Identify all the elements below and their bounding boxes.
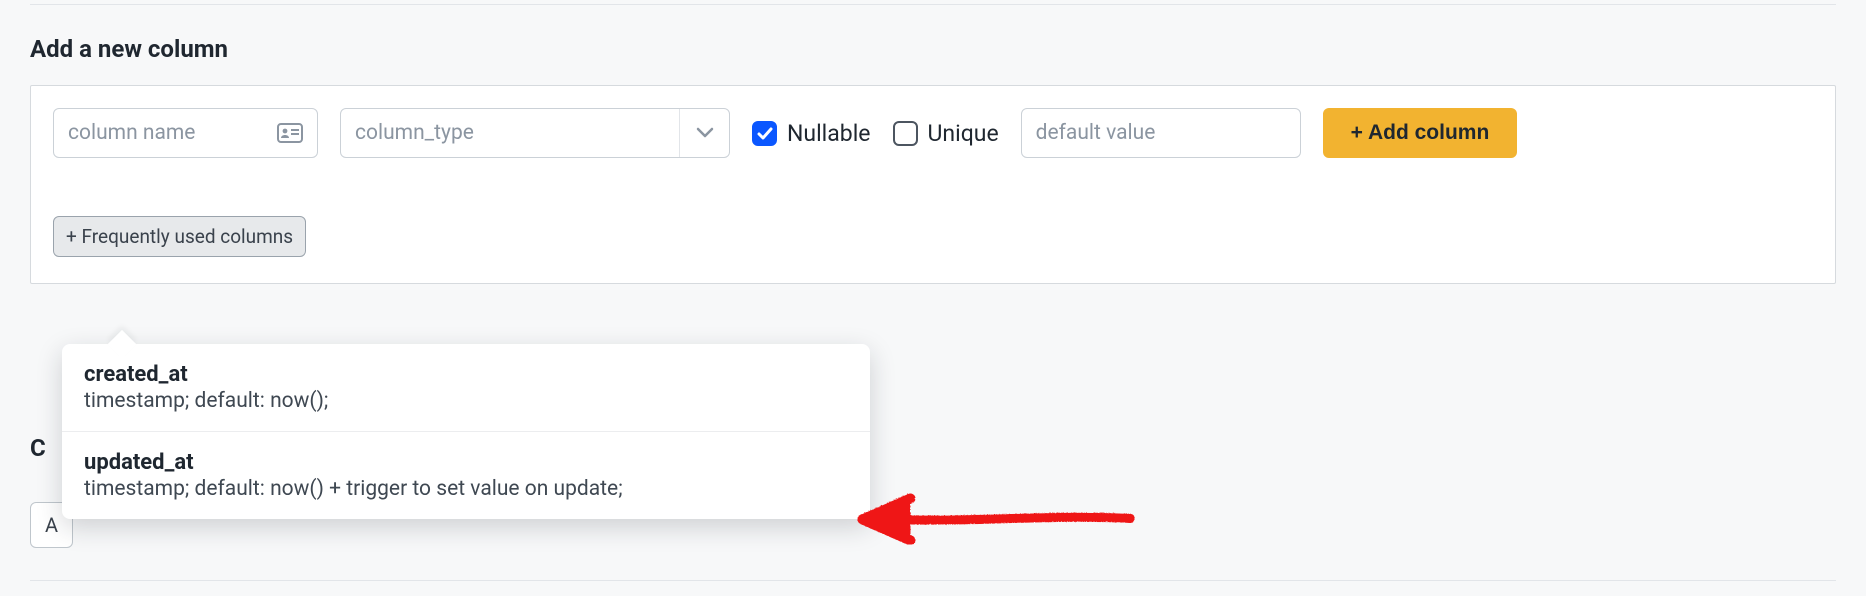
annotation-arrow-icon [850,484,1140,558]
chevron-down-icon [679,109,729,157]
popover-item-created-at[interactable]: created_at timestamp; default: now(); [62,344,870,431]
popover-item-desc: timestamp; default: now(); [84,389,848,413]
lower-divider [30,580,1836,581]
top-divider [30,4,1836,5]
unique-label: Unique [928,120,999,147]
popover-item-name: updated_at [84,450,848,475]
frequently-used-columns-button[interactable]: + Frequently used columns [53,216,306,257]
column-type-placeholder: column_type [355,121,474,145]
column-name-input[interactable]: column name [53,108,318,158]
popover-item-updated-at[interactable]: updated_at timestamp; default: now() + t… [62,431,870,519]
popover-item-name: created_at [84,362,848,387]
nullable-label: Nullable [787,120,871,147]
add-column-panel: column name column_type [30,85,1836,284]
add-column-row: column name column_type [53,108,1813,158]
frequently-used-columns-popover: created_at timestamp; default: now(); up… [62,344,870,519]
id-card-icon [277,123,303,143]
hidden-section-title-fragment: C [30,434,46,462]
popover-item-desc: timestamp; default: now() + trigger to s… [84,477,848,501]
column-name-placeholder: column name [68,121,195,145]
nullable-checkbox[interactable] [752,121,777,146]
default-value-placeholder: default value [1036,121,1156,145]
unique-checkbox-group[interactable]: Unique [893,120,999,147]
column-type-select[interactable]: column_type [340,108,730,158]
default-value-input[interactable]: default value [1021,108,1301,158]
section-title: Add a new column [30,35,1836,63]
add-column-button[interactable]: + Add column [1323,108,1518,158]
unique-checkbox[interactable] [893,121,918,146]
nullable-checkbox-group[interactable]: Nullable [752,120,871,147]
